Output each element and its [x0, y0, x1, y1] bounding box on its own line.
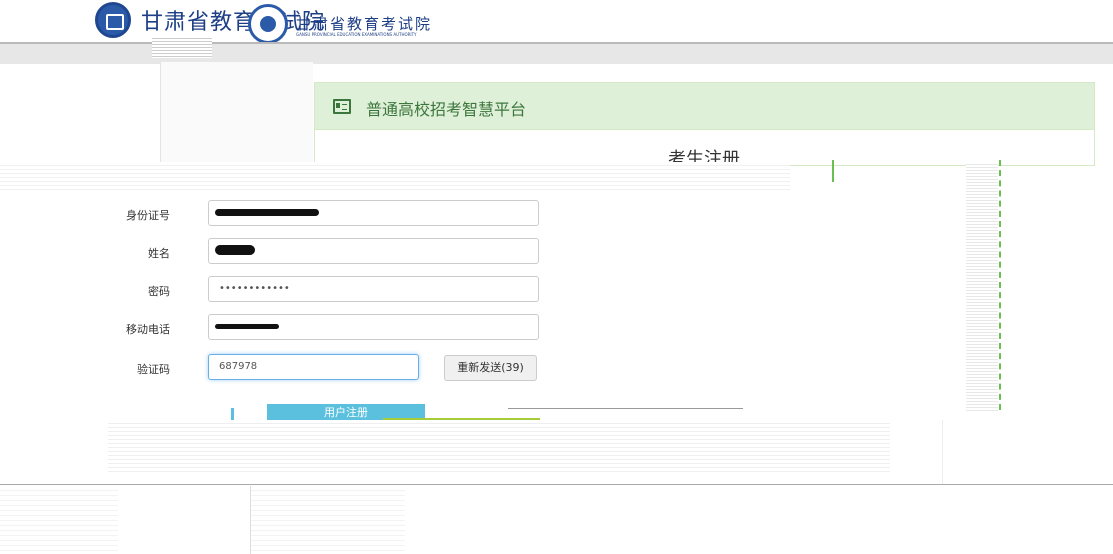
footer-block	[942, 420, 1059, 484]
mobile-label: 移动电话	[126, 323, 170, 336]
name-label: 姓名	[148, 247, 170, 260]
footer-rule	[0, 484, 1113, 485]
verification-code-input[interactable]: 687978	[208, 354, 419, 380]
seal-logo-icon	[95, 2, 131, 38]
authority-wordmark: 甘肃省教育考试院 GANSU PROVINCIAL EDUCATION EXAM…	[296, 16, 446, 44]
render-artifact-footer	[108, 420, 890, 472]
password-input[interactable]: ••••••••••••	[208, 276, 539, 302]
platform-title: 普通高校招考智慧平台	[366, 100, 527, 119]
name-input[interactable]	[208, 238, 539, 264]
mobile-input[interactable]	[208, 314, 539, 340]
green-divider	[832, 160, 834, 182]
render-artifact-band	[0, 162, 790, 192]
verification-code-label: 验证码	[137, 363, 170, 376]
id-number-label: 身份证号	[126, 209, 170, 222]
divider-line	[508, 408, 743, 409]
redaction-mark	[215, 324, 279, 329]
wordmark-chinese: 甘肃省教育考试院	[296, 16, 433, 33]
footer-block-left	[118, 486, 251, 554]
nav-artifact	[152, 36, 212, 58]
render-artifact-right	[966, 162, 998, 412]
id-card-icon	[333, 99, 351, 114]
left-gutter	[160, 62, 313, 162]
password-label: 密码	[148, 285, 170, 298]
authority-emblem-icon	[248, 4, 288, 44]
id-number-input[interactable]	[208, 200, 539, 226]
resend-code-button[interactable]: 重新发送(39)	[444, 355, 537, 381]
redaction-mark	[215, 209, 319, 216]
footer-block-right	[405, 486, 1113, 554]
redaction-mark	[215, 245, 255, 255]
green-dashed-divider	[999, 160, 1001, 410]
